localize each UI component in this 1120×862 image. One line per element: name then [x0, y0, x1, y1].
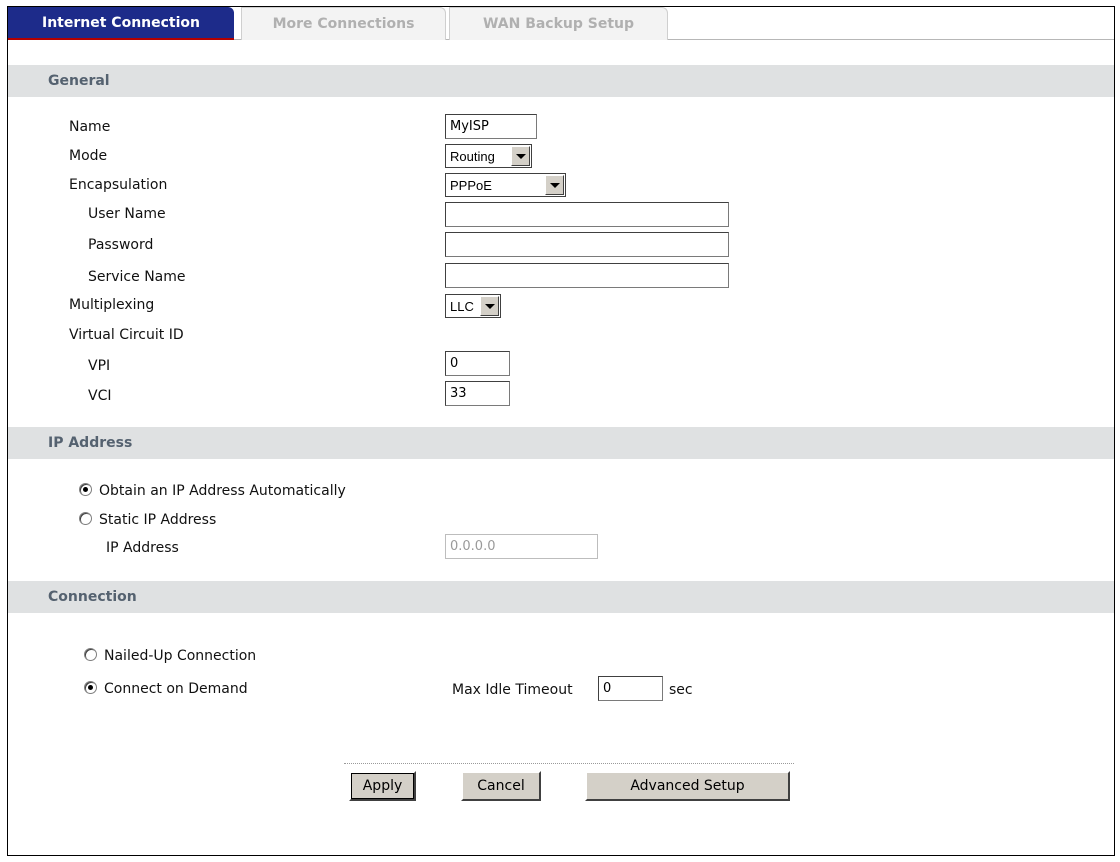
- ip-address-label: IP Address: [106, 540, 179, 556]
- mode-select[interactable]: Routing: [445, 144, 532, 168]
- nailed-up-label: Nailed-Up Connection: [104, 648, 257, 664]
- section-ip-address-header: IP Address: [8, 427, 1114, 459]
- max-idle-timeout-input[interactable]: [598, 676, 663, 701]
- tab-more-connections[interactable]: More Connections: [241, 7, 446, 40]
- name-label: Name: [69, 119, 111, 135]
- chevron-down-icon: [511, 146, 530, 166]
- chevron-down-icon: [480, 296, 499, 316]
- vpi-input[interactable]: [445, 351, 510, 376]
- ip-static-label: Static IP Address: [99, 512, 217, 528]
- section-general-title: General: [48, 73, 110, 89]
- cancel-button[interactable]: Cancel: [461, 771, 541, 801]
- encapsulation-label: Encapsulation: [69, 177, 168, 193]
- advanced-setup-button[interactable]: Advanced Setup: [585, 771, 790, 801]
- ip-auto-label: Obtain an IP Address Automatically: [99, 483, 346, 499]
- button-divider: [344, 763, 794, 764]
- connect-on-demand-radio[interactable]: [84, 681, 97, 694]
- password-label: Password: [88, 237, 154, 253]
- timeout-unit-label: sec: [669, 682, 693, 698]
- mode-label: Mode: [69, 148, 108, 164]
- encapsulation-select-value: PPPoE: [450, 177, 492, 193]
- section-ip-address-title: IP Address: [48, 435, 133, 451]
- chevron-down-icon: [545, 175, 564, 195]
- tab-internet-connection[interactable]: Internet Connection: [8, 7, 234, 40]
- config-panel: Internet Connection More Connections WAN…: [7, 6, 1115, 856]
- section-general-header: General: [8, 65, 1114, 97]
- section-connection-title: Connection: [48, 589, 137, 605]
- ip-static-radio[interactable]: [79, 512, 92, 525]
- vci-label: VCI: [88, 388, 112, 404]
- section-connection-header: Connection: [8, 581, 1114, 613]
- apply-button[interactable]: Apply: [349, 771, 416, 801]
- nailed-up-radio[interactable]: [84, 648, 97, 661]
- name-input[interactable]: [445, 114, 537, 139]
- username-input[interactable]: [445, 202, 729, 227]
- vpi-label: VPI: [88, 358, 111, 374]
- service-name-label: Service Name: [88, 269, 186, 285]
- service-name-input[interactable]: [445, 263, 729, 288]
- tab-wan-backup-setup[interactable]: WAN Backup Setup: [449, 7, 668, 40]
- max-idle-timeout-label: Max Idle Timeout: [452, 682, 573, 698]
- multiplexing-select[interactable]: LLC: [445, 294, 501, 318]
- connect-on-demand-label: Connect on Demand: [104, 681, 248, 697]
- username-label: User Name: [88, 206, 166, 222]
- multiplexing-label: Multiplexing: [69, 297, 155, 313]
- ip-address-input[interactable]: [445, 534, 598, 559]
- virtual-circuit-id-label: Virtual Circuit ID: [69, 327, 184, 343]
- vci-input[interactable]: [445, 381, 510, 406]
- password-input[interactable]: [445, 232, 729, 257]
- ip-auto-radio[interactable]: [79, 483, 92, 496]
- tab-bar: Internet Connection More Connections WAN…: [8, 7, 1114, 40]
- encapsulation-select[interactable]: PPPoE: [445, 173, 566, 197]
- mode-select-value: Routing: [450, 148, 495, 164]
- multiplexing-select-value: LLC: [450, 298, 474, 314]
